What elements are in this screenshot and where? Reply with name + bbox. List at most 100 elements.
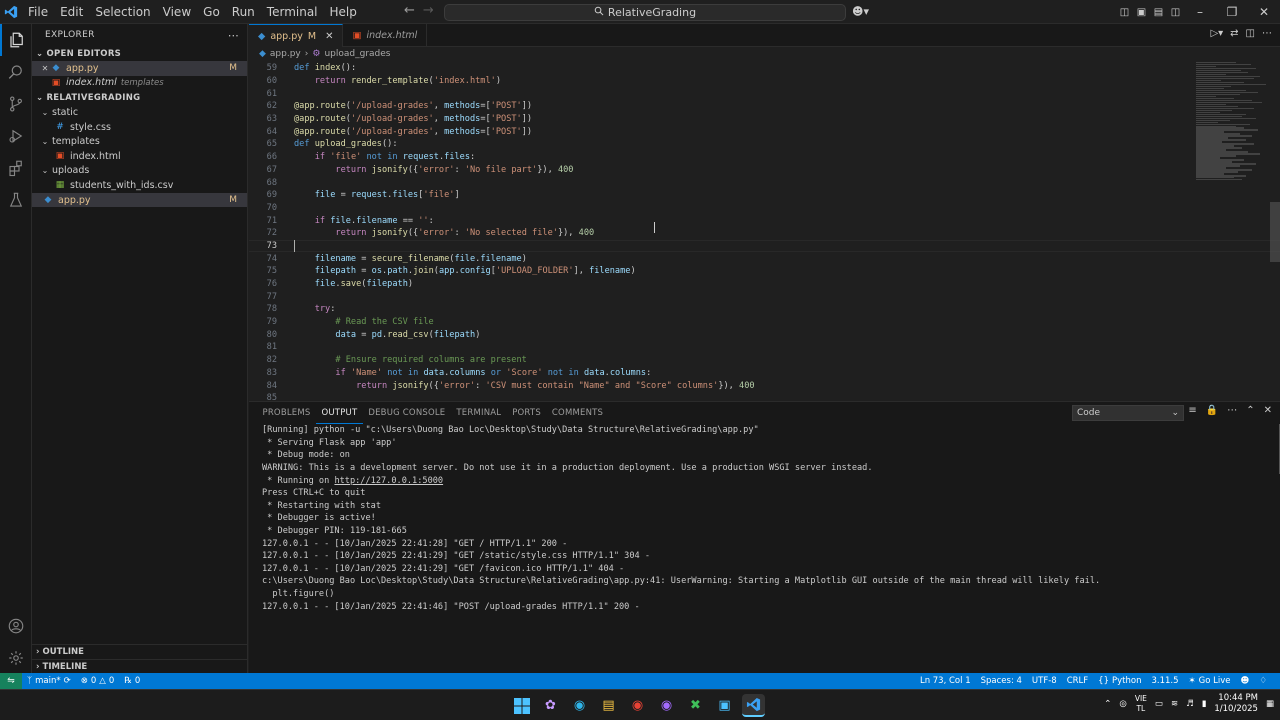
remote-indicator-icon[interactable]: ⇋ xyxy=(0,673,22,689)
edge-browser-icon[interactable]: ◉ xyxy=(568,694,591,717)
open-editor-item[interactable]: ✕ ◆ app.py M xyxy=(32,61,247,76)
panel-scrollbar[interactable] xyxy=(1272,424,1280,474)
open-editors-header[interactable]: ⌄ OPEN EDITORS xyxy=(32,46,247,61)
indentation[interactable]: Spaces: 4 xyxy=(976,676,1027,686)
problems-counter[interactable]: ⊗ 0 △ 0 xyxy=(76,676,120,686)
explorer-icon[interactable] xyxy=(0,24,32,56)
file-item[interactable]: ▣ index.html xyxy=(32,149,247,164)
close-icon[interactable]: ✕ xyxy=(325,31,333,42)
file-item[interactable]: ◆ app.py M xyxy=(32,192,247,208)
search-icon[interactable] xyxy=(0,56,32,88)
panel-tab-problems[interactable]: PROBLEMS xyxy=(257,402,316,424)
microphone-icon[interactable]: ◎ xyxy=(1119,699,1126,709)
panel-tab-comments[interactable]: COMMENTS xyxy=(546,402,608,424)
clear-output-icon[interactable]: ≡ xyxy=(1188,405,1196,416)
maximize-panel-icon[interactable]: ⌃ xyxy=(1246,405,1254,416)
run-python-file-icon[interactable]: ▷▾ xyxy=(1210,28,1223,39)
tab-app-py[interactable]: ◆ app.py M ✕ xyxy=(249,24,344,47)
chrome-browser-icon[interactable]: ◉ xyxy=(626,694,649,717)
close-icon[interactable]: ✕ xyxy=(40,64,50,73)
editor-scrollbar[interactable] xyxy=(1270,202,1280,262)
settings-gear-icon[interactable] xyxy=(0,642,32,674)
file-item[interactable]: ▦ students_with_ids.csv xyxy=(32,178,247,193)
wifi-icon[interactable]: ≋ xyxy=(1171,699,1178,709)
minimize-button[interactable]: – xyxy=(1184,0,1216,24)
encoding[interactable]: UTF-8 xyxy=(1027,676,1062,686)
folder-item[interactable]: ⌄ templates xyxy=(32,134,247,149)
toggle-panel-icon[interactable]: ▤ xyxy=(1150,7,1167,18)
file-item[interactable]: # style.css xyxy=(32,120,247,135)
close-window-button[interactable]: ✕ xyxy=(1248,0,1280,24)
cursor-position[interactable]: Ln 73, Col 1 xyxy=(915,676,976,686)
toggle-editor-layout-icon[interactable]: ▣ xyxy=(1133,7,1150,18)
app-icon[interactable]: ▣ xyxy=(713,694,736,717)
copilot-app-icon[interactable]: ✿ xyxy=(539,694,562,717)
lock-scroll-icon[interactable]: 🔒 xyxy=(1206,405,1218,416)
copilot-icon[interactable]: ☻▾ xyxy=(852,5,869,18)
xbox-icon[interactable]: ✖ xyxy=(684,694,707,717)
output-log[interactable]: [Running] python -u "c:\Users\Duong Bao … xyxy=(262,424,1268,613)
run-debug-icon[interactable] xyxy=(0,120,32,152)
menu-selection[interactable]: Selection xyxy=(89,0,156,24)
outline-section-header[interactable]: › OUTLINE xyxy=(32,644,248,658)
menu-go[interactable]: Go xyxy=(197,0,226,24)
windows-start-icon[interactable] xyxy=(510,694,533,717)
split-editor-icon[interactable]: ◫ xyxy=(1246,28,1255,39)
command-center-search[interactable]: RelativeGrading xyxy=(444,4,846,21)
panel-tab-debug-console[interactable]: DEBUG CONSOLE xyxy=(363,402,451,424)
account-icon[interactable] xyxy=(0,610,32,642)
menu-run[interactable]: Run xyxy=(226,0,261,24)
display-icon[interactable]: ▭ xyxy=(1155,699,1163,709)
toggle-secondary-sidebar-icon[interactable]: ◫ xyxy=(1167,7,1184,18)
panel-tab-terminal[interactable]: TERMINAL xyxy=(451,402,507,424)
code-editor[interactable]: 59 def index(): 60 return render_template(… xyxy=(249,62,1280,400)
language-mode[interactable]: {} Python xyxy=(1093,676,1146,686)
notification-icon[interactable]: ▦ xyxy=(1266,699,1274,709)
git-branch[interactable]: ᛉ main* ⟳ xyxy=(22,676,76,686)
ports-counter[interactable]: ℞ 0 xyxy=(119,676,145,686)
breadcrumb-file[interactable]: app.py xyxy=(270,49,301,59)
menu-terminal[interactable]: Terminal xyxy=(261,0,324,24)
panel-tab-ports[interactable]: PORTS xyxy=(507,402,547,424)
folder-item[interactable]: ⌄ static xyxy=(32,105,247,120)
close-panel-icon[interactable]: ✕ xyxy=(1264,405,1272,416)
folder-item[interactable]: ⌄ uploads xyxy=(32,164,247,179)
copilot-status-icon[interactable]: ☻ xyxy=(1236,676,1255,686)
volume-icon[interactable]: ♬ xyxy=(1186,699,1194,709)
battery-icon[interactable]: ▮ xyxy=(1202,699,1207,709)
project-folder-header[interactable]: ⌄ RELATIVEGRADING xyxy=(32,90,247,105)
output-channel-select[interactable]: Code ⌄ xyxy=(1072,405,1184,421)
server-url-link[interactable]: http://127.0.0.1:5000 xyxy=(334,476,443,486)
clock[interactable]: 10:44 PM 1/10/2025 xyxy=(1214,693,1258,715)
vscode-taskbar-icon[interactable] xyxy=(742,694,765,717)
menu-file[interactable]: File xyxy=(22,0,54,24)
more-actions-icon[interactable]: ⋯ xyxy=(1262,28,1272,39)
app-icon[interactable]: ◉ xyxy=(655,694,678,717)
back-arrow-icon[interactable]: ← xyxy=(404,3,415,18)
source-control-icon[interactable] xyxy=(0,88,32,120)
restore-button[interactable]: ❐ xyxy=(1216,0,1248,24)
tab-index-html[interactable]: ▣ index.html xyxy=(343,24,428,47)
extensions-icon[interactable] xyxy=(0,152,32,184)
go-live-button[interactable]: ✶ Go Live xyxy=(1184,676,1236,686)
python-interpreter[interactable]: 3.11.5 xyxy=(1146,676,1183,686)
line-endings[interactable]: CRLF xyxy=(1062,676,1093,686)
menu-edit[interactable]: Edit xyxy=(54,0,89,24)
notifications-bell-icon[interactable]: ♢ xyxy=(1254,676,1272,686)
testing-flask-icon[interactable] xyxy=(0,184,32,216)
input-language[interactable]: VIE TL xyxy=(1135,694,1147,714)
more-actions-icon[interactable]: ⋯ xyxy=(1227,405,1237,416)
menu-view[interactable]: View xyxy=(157,0,197,24)
file-explorer-icon[interactable]: ▤ xyxy=(597,694,620,717)
more-actions-icon[interactable]: ⋯ xyxy=(228,29,239,42)
minimap[interactable] xyxy=(1196,62,1266,222)
timeline-section-header[interactable]: › TIMELINE xyxy=(32,659,248,673)
open-editor-item[interactable]: ▣ index.html templates xyxy=(32,76,247,91)
breadcrumb-symbol[interactable]: upload_grades xyxy=(324,49,390,59)
menu-help[interactable]: Help xyxy=(324,0,363,24)
open-changes-icon[interactable]: ⇄ xyxy=(1230,28,1238,39)
forward-arrow-icon[interactable]: → xyxy=(423,3,434,18)
chevron-up-icon[interactable]: ⌃ xyxy=(1104,699,1111,709)
panel-tab-output[interactable]: OUTPUT xyxy=(316,402,363,424)
toggle-sidebar-icon[interactable]: ◫ xyxy=(1116,7,1133,18)
